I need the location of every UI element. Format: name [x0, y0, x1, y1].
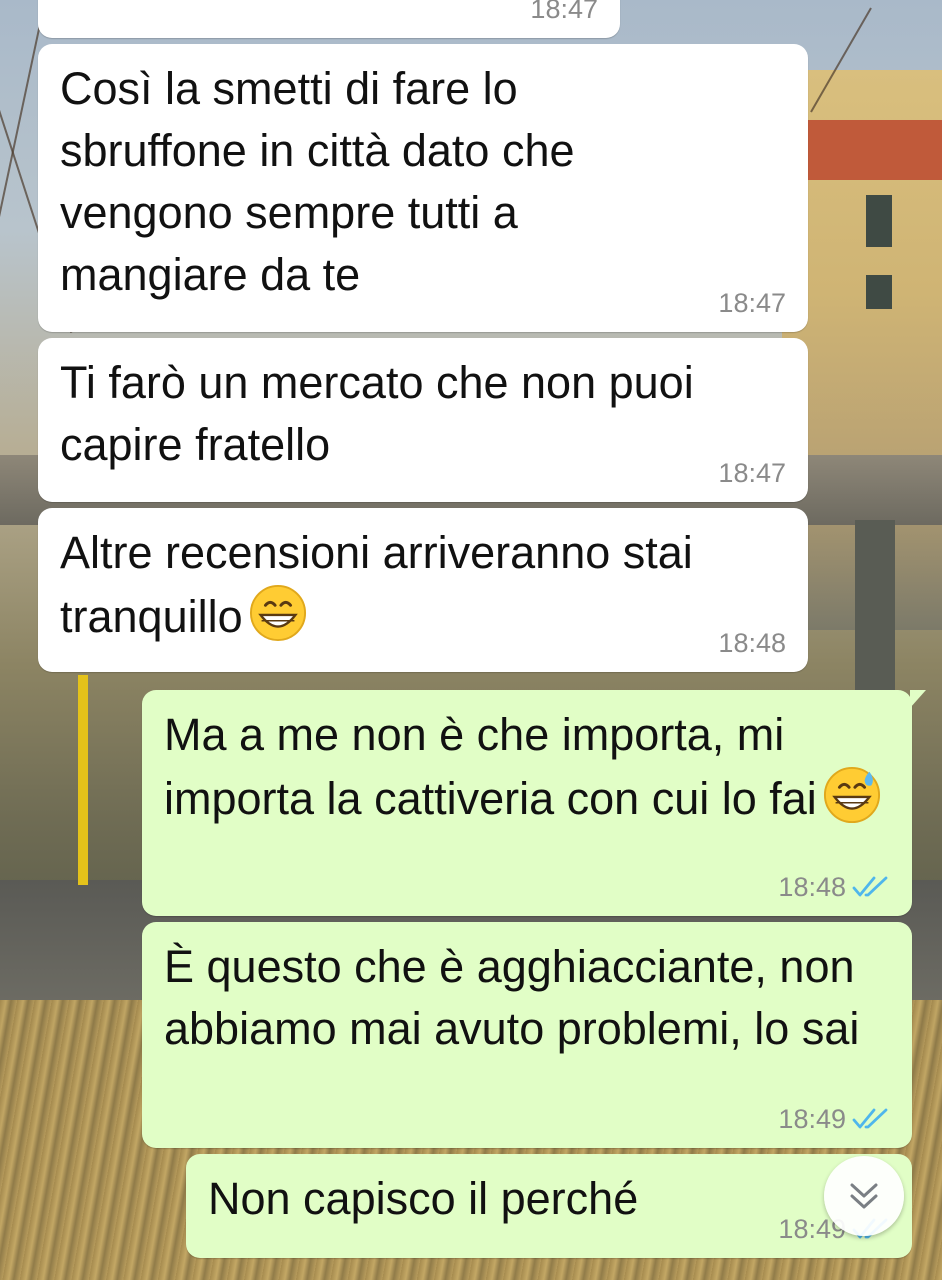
message-text: È questo che è agghiacciante, non abbiam…	[164, 941, 868, 1054]
message-time: 18:47	[530, 0, 598, 24]
message-meta: 18:47	[530, 0, 598, 24]
message-meta: 18:48	[718, 628, 786, 658]
message-text: Ti farò un mercato che non puoi capire f…	[60, 357, 707, 470]
message-text: Non capisco il perché	[208, 1173, 639, 1224]
message-time: 18:48	[718, 628, 786, 658]
message-bubble-incoming[interactable]: Così la smetti di fare lo sbruffone in c…	[38, 44, 808, 332]
message-meta: 18:49	[778, 1104, 890, 1134]
chat-message-list[interactable]: 18:47 Così la smetti di fare lo sbruffon…	[0, 0, 942, 1280]
message-text: Così la smetti di fare lo sbruffone in c…	[60, 63, 588, 300]
message-bubble-incoming[interactable]: Ti farò un mercato che non puoi capire f…	[38, 338, 808, 502]
scroll-to-bottom-button[interactable]	[824, 1156, 904, 1236]
message-meta: 18:48	[778, 872, 890, 902]
message-bubble-outgoing[interactable]: È questo che è agghiacciante, non abbiam…	[142, 922, 912, 1148]
message-meta: 18:47	[718, 288, 786, 318]
message-bubble-outgoing[interactable]: Ma a me non è che importa, mi importa la…	[142, 690, 926, 916]
message-bubble-incoming-partial[interactable]: 18:47	[38, 0, 620, 38]
message-time: 18:48	[778, 872, 846, 902]
message-bubble-outgoing[interactable]: Non capisco il perché 18:49	[186, 1154, 912, 1258]
double-check-icon	[852, 1108, 888, 1129]
message-bubble-incoming[interactable]: Altre recensioni arriveranno stai tranqu…	[38, 508, 808, 672]
double-chevron-down-icon	[850, 1183, 878, 1209]
message-text: Altre recensioni arriveranno stai tranqu…	[60, 522, 708, 648]
message-time: 18:49	[778, 1104, 846, 1134]
grinning-face-with-smiling-eyes-icon	[249, 584, 306, 642]
grinning-face-with-sweat-icon	[823, 766, 880, 824]
message-time: 18:47	[718, 288, 786, 318]
bubble-tail	[910, 690, 926, 708]
message-meta: 18:47	[718, 458, 786, 488]
double-check-icon	[852, 876, 888, 897]
message-text-content: Ma a me non è che importa, mi importa la…	[164, 709, 817, 824]
message-text-content: Altre recensioni arriveranno stai tranqu…	[60, 527, 706, 642]
message-text: Ma a me non è che importa, mi importa la…	[164, 704, 882, 830]
message-time: 18:47	[718, 458, 786, 488]
